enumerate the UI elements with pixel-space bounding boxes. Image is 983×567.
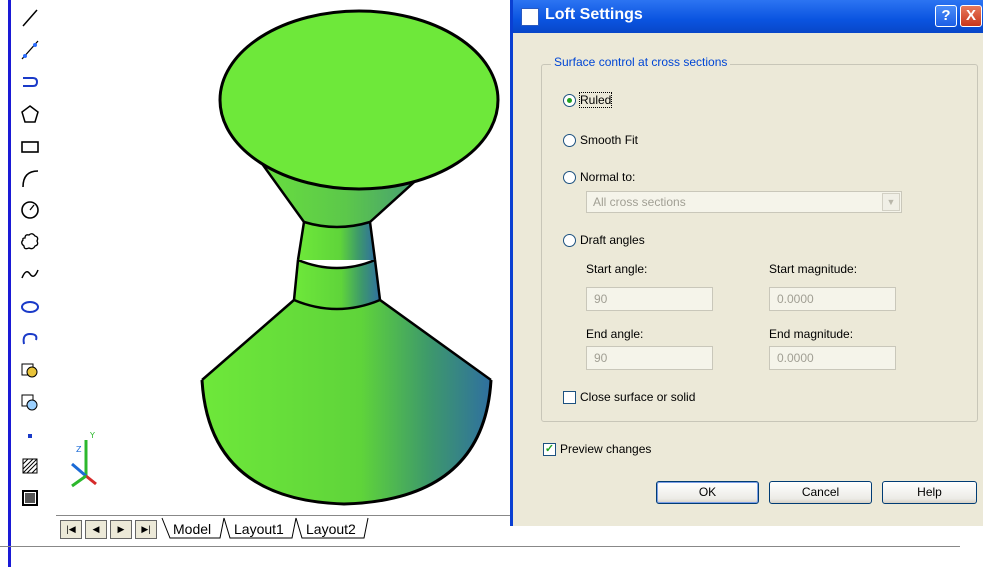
end-angle-label: End angle: [586, 327, 644, 341]
start-angle-value: 90 [594, 292, 608, 306]
chevron-down-icon[interactable]: ▼ [882, 193, 900, 211]
radio-ruled-dot[interactable] [563, 93, 576, 107]
app-icon [521, 8, 539, 26]
radio-smooth-fit-dot[interactable] [563, 133, 576, 147]
make-block-icon[interactable] [18, 390, 42, 414]
ellipse-arc-icon[interactable] [18, 326, 42, 350]
radio-normal-to-label: Normal to: [580, 170, 636, 184]
help-icon[interactable]: ? [935, 5, 957, 27]
insert-block-icon[interactable] [18, 358, 42, 382]
close-surface-label: Close surface or solid [580, 390, 696, 404]
arc-icon[interactable] [18, 166, 42, 190]
radio-normal-to-dot[interactable] [563, 170, 576, 184]
ellipse-icon[interactable] [18, 294, 42, 318]
polyline-icon[interactable] [18, 70, 42, 94]
start-angle-label: Start angle: [586, 262, 648, 276]
last-tab-icon[interactable]: ▶| [135, 520, 157, 539]
start-magnitude-value: 0.0000 [777, 292, 814, 306]
ucs-z-label: Z [76, 445, 82, 454]
ucs-y-label: Y [89, 431, 95, 440]
preview-changes-box[interactable]: ✓ [543, 442, 556, 456]
radio-draft-angles-label: Draft angles [580, 233, 645, 247]
close-surface-checkbox[interactable]: Close surface or solid [563, 390, 695, 404]
start-magnitude-label: Start magnitude: [769, 262, 858, 276]
normal-to-value: All cross sections [593, 195, 686, 209]
next-tab-icon[interactable]: ▶ [110, 520, 132, 539]
prev-tab-icon[interactable]: ◀ [85, 520, 107, 539]
dialog-title-bar[interactable]: Loft Settings ? X [513, 0, 983, 33]
loft-settings-dialog: Loft Settings ? X Surface control at cro… [510, 0, 983, 526]
tab-layout2[interactable]: Layout2 [302, 519, 360, 539]
end-magnitude-input[interactable]: 0.0000 [769, 346, 896, 370]
revision-cloud-icon[interactable] [18, 230, 42, 254]
tab-model[interactable]: Model [169, 519, 215, 539]
help-button[interactable]: Help [882, 481, 977, 504]
dialog-title: Loft Settings [545, 6, 643, 23]
end-magnitude-label: End magnitude: [769, 327, 854, 341]
draw-toolbar [0, 0, 40, 567]
radio-draft-angles-dot[interactable] [563, 233, 576, 247]
rectangle-icon[interactable] [18, 134, 42, 158]
end-magnitude-value: 0.0000 [777, 351, 814, 365]
radio-draft-angles[interactable]: Draft angles [563, 233, 645, 247]
ucs-icon: Y Z [71, 431, 97, 488]
group-title: Surface control at cross sections [551, 55, 731, 69]
close-surface-box[interactable] [563, 390, 576, 404]
radio-normal-to[interactable]: Normal to: [563, 170, 635, 184]
radio-smooth-fit[interactable]: Smooth Fit [563, 133, 638, 147]
first-tab-icon[interactable]: |◀ [60, 520, 82, 539]
polygon-icon[interactable] [18, 102, 42, 126]
normal-to-select[interactable]: All cross sections ▼ [586, 191, 902, 213]
close-icon[interactable]: X [960, 5, 982, 27]
radio-smooth-fit-label: Smooth Fit [580, 133, 639, 147]
cancel-button[interactable]: Cancel [769, 481, 872, 504]
construction-line-icon[interactable] [18, 38, 42, 62]
end-angle-input[interactable]: 90 [586, 346, 713, 370]
gradient-icon[interactable] [18, 486, 42, 510]
radio-ruled[interactable]: Ruled [563, 92, 613, 108]
command-line-divider [0, 546, 960, 547]
start-angle-input[interactable]: 90 [586, 287, 713, 311]
model-viewport[interactable]: Y Z [44, 0, 514, 514]
circle-icon[interactable] [18, 198, 42, 222]
start-magnitude-input[interactable]: 0.0000 [769, 287, 896, 311]
line-icon[interactable] [18, 6, 42, 30]
point-icon[interactable] [18, 422, 42, 446]
hatch-icon[interactable] [18, 454, 42, 478]
preview-changes-checkbox[interactable]: ✓ Preview changes [543, 442, 651, 456]
toolbar-edge [8, 0, 11, 567]
preview-changes-label: Preview changes [560, 442, 652, 456]
radio-ruled-label: Ruled [578, 92, 613, 108]
spline-icon[interactable] [18, 262, 42, 286]
tab-layout1[interactable]: Layout1 [230, 519, 288, 539]
ok-button[interactable]: OK [656, 481, 759, 504]
end-angle-value: 90 [594, 351, 608, 365]
